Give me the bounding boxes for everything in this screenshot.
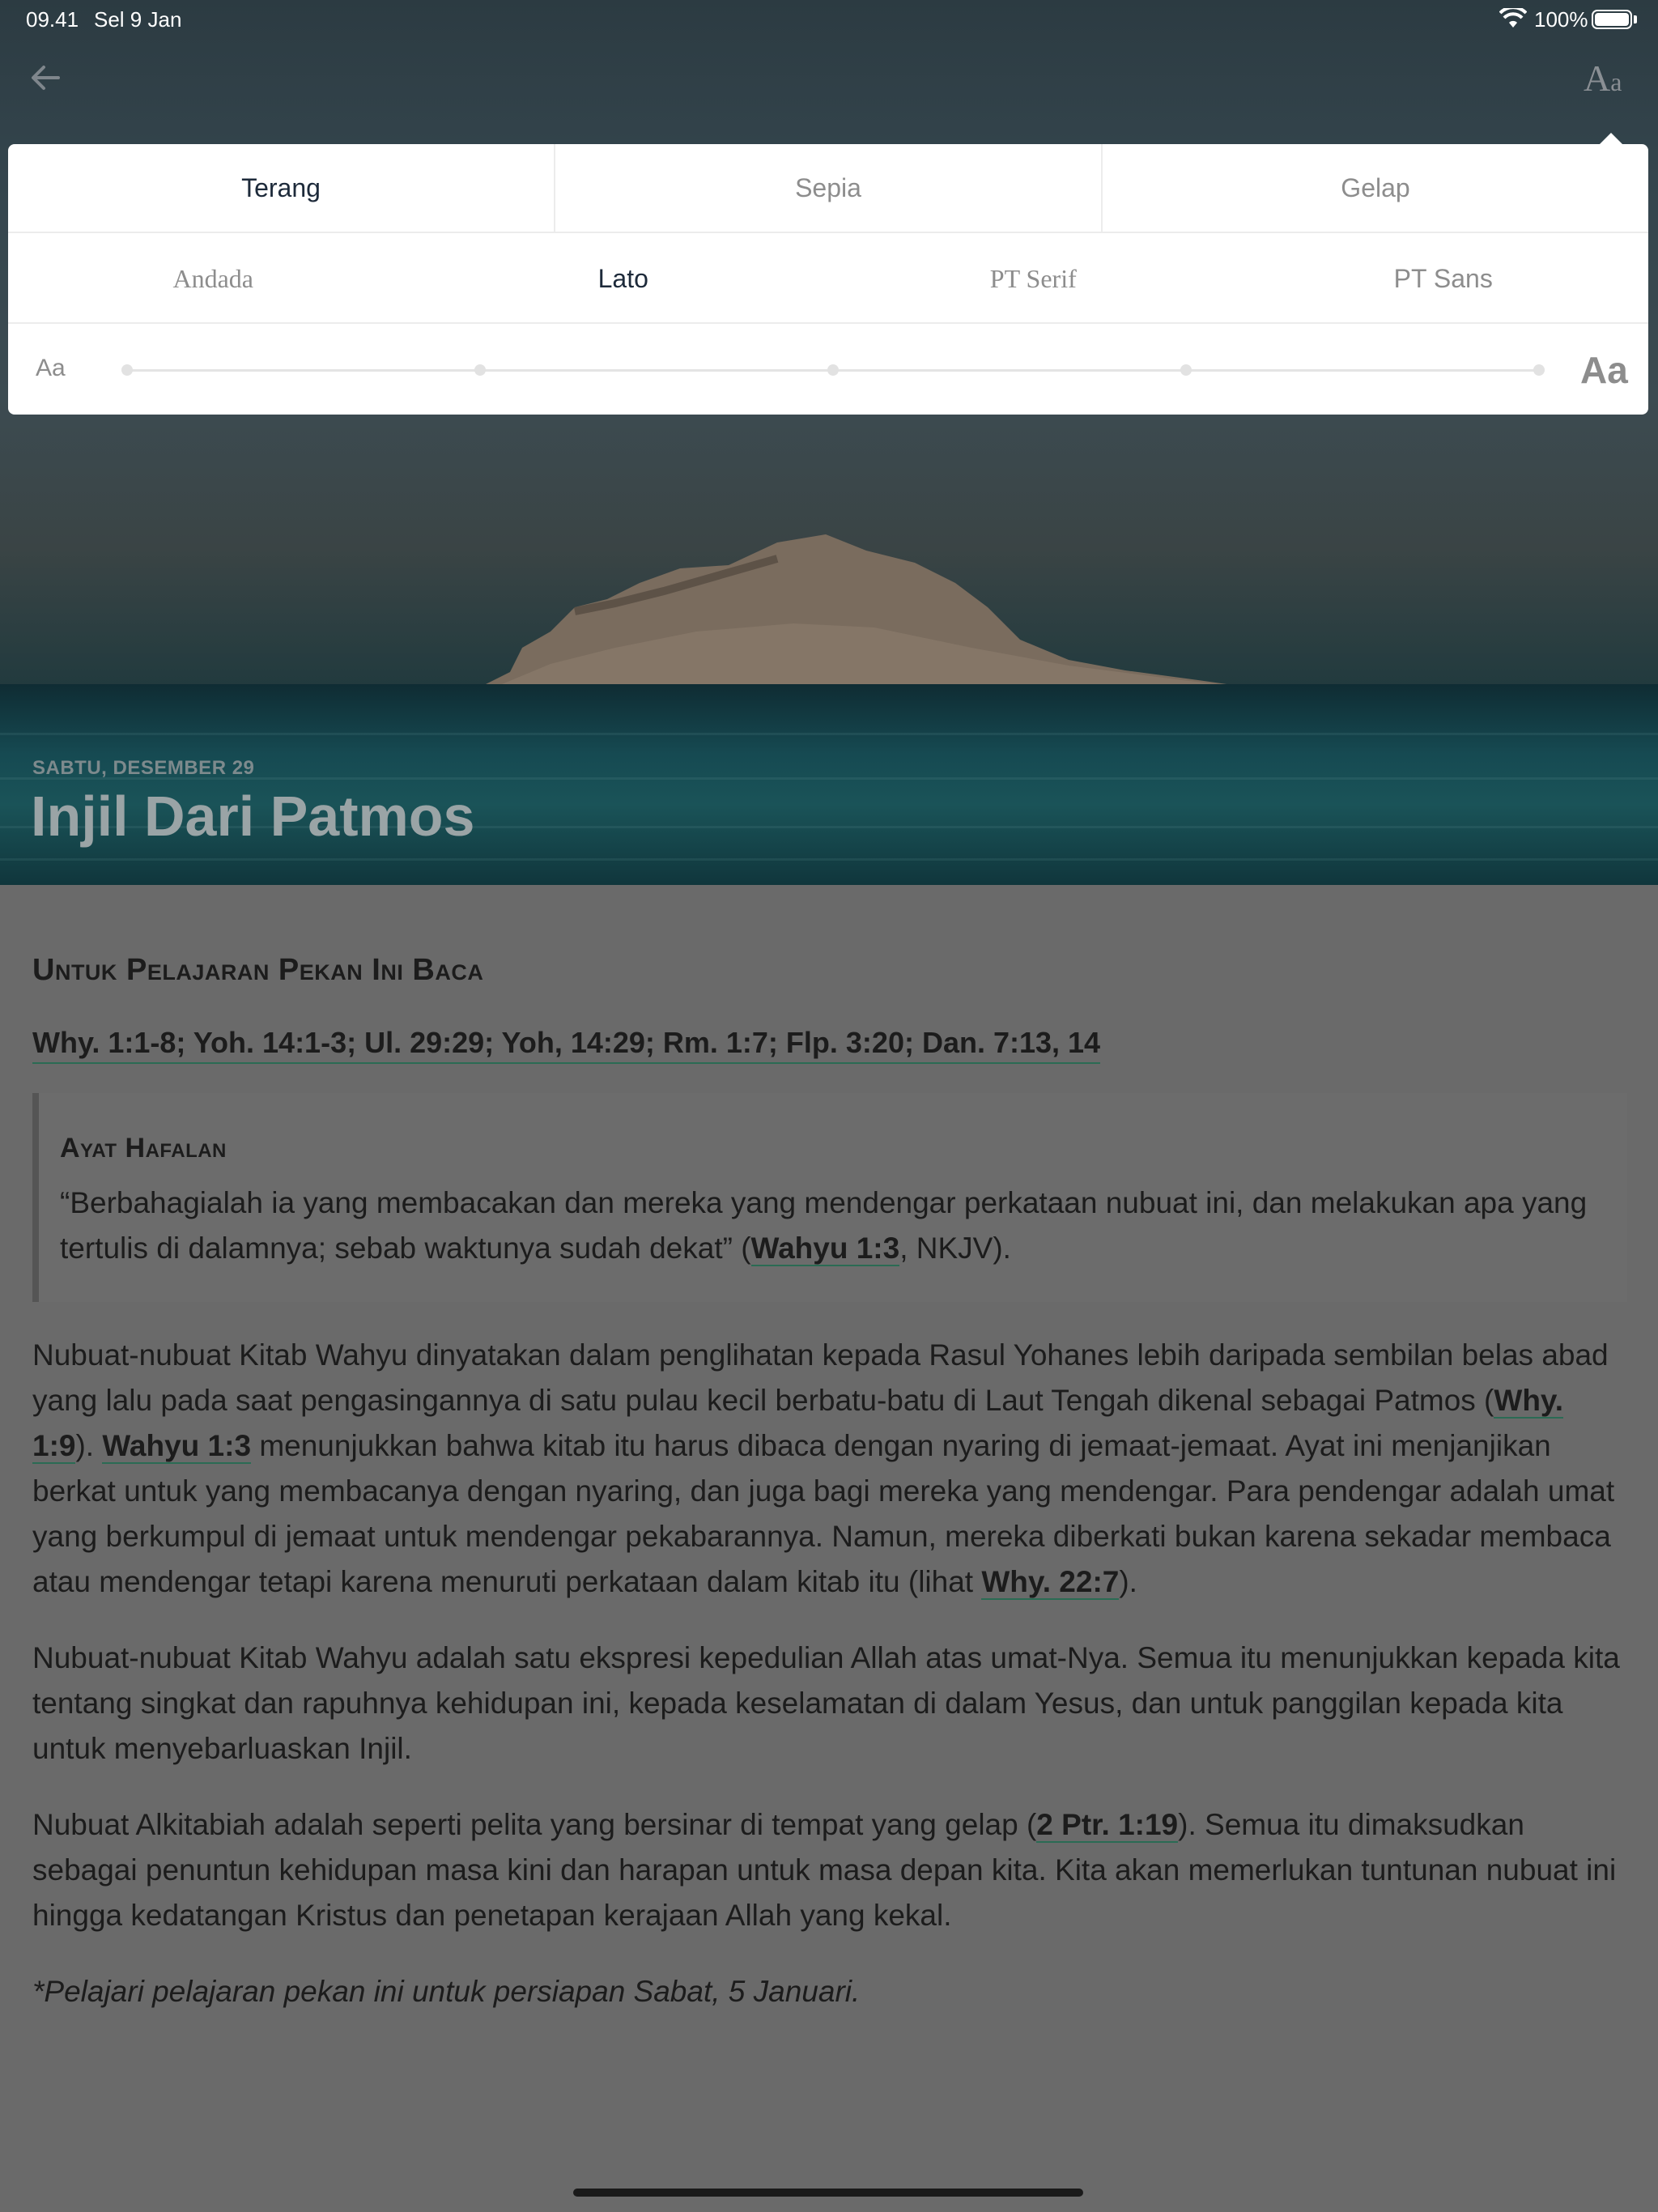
font-size-step[interactable]	[474, 364, 486, 376]
memory-verse-title: Ayat Hafalan	[60, 1133, 227, 1163]
font-size-step[interactable]	[121, 364, 133, 376]
status-date: Sel 9 Jan	[94, 7, 182, 32]
memory-verse-block: Ayat Hafalan “Berbahagialah ia yang memb…	[32, 1093, 1627, 1302]
bible-link[interactable]: 2 Ptr. 1:19	[1036, 1808, 1179, 1843]
status-time: 09.41	[26, 7, 79, 32]
font-option-pt-serif[interactable]: PT Serif	[828, 235, 1239, 322]
bible-link[interactable]: Wahyu 1:3	[750, 1231, 900, 1266]
font-option-lato[interactable]: Lato	[419, 235, 829, 322]
study-note: *Pelajari pelajaran pekan ini untuk pers…	[32, 1975, 861, 2008]
lesson-cover-image	[0, 0, 1658, 885]
status-bar: 09.41 Sel 9 Jan 100%	[0, 0, 1658, 37]
reading-references-link[interactable]: Why. 1:1-8; Yoh. 14:1-3; Ul. 29:29; Yoh,…	[32, 1023, 1101, 1064]
memory-verse-text: “Berbahagialah ia yang membacakan dan me…	[60, 1186, 1588, 1266]
bible-link[interactable]: Why. 22:7	[981, 1565, 1120, 1600]
island-illustration	[453, 534, 1263, 689]
theme-option-gelap[interactable]: Gelap	[1103, 144, 1648, 232]
paragraph: Nubuat Alkitabiah adalah seperti pelita …	[32, 1808, 1617, 1932]
theme-option-sepia[interactable]: Sepia	[555, 144, 1103, 232]
theme-option-terang[interactable]: Terang	[8, 144, 555, 232]
font-size-step[interactable]	[827, 364, 839, 376]
font-size-small-label: Aa	[36, 355, 66, 381]
battery-percentage: 100%	[1534, 7, 1588, 32]
font-settings-button[interactable]: Aa	[1584, 57, 1622, 100]
popover-arrow	[1600, 133, 1622, 144]
reading-heading: Untuk Pelajaran Pekan Ini Baca	[32, 953, 484, 987]
home-indicator[interactable]	[573, 2189, 1083, 2197]
theme-selector: Terang Sepia Gelap	[8, 144, 1648, 233]
font-selector: Andada Lato PT Serif PT Sans	[8, 235, 1648, 324]
font-option-andada[interactable]: Andada	[8, 235, 419, 322]
lesson-day-label: SABTU, DESEMBER 29	[32, 757, 255, 779]
paragraph: Nubuat-nubuat Kitab Wahyu dinyatakan dal…	[32, 1338, 1615, 1600]
font-size-big-label: Aa	[1580, 349, 1628, 391]
back-arrow-icon[interactable]	[29, 62, 62, 94]
wifi-icon	[1499, 8, 1527, 28]
lesson-content: Untuk Pelajaran Pekan Ini Baca Why. 1:1-…	[32, 947, 1627, 2014]
bible-link[interactable]: Wahyu 1:3	[102, 1429, 252, 1464]
reader-settings-popover: Terang Sepia Gelap Andada Lato PT Serif …	[8, 133, 1648, 415]
lesson-title: Injil Dari Patmos	[31, 785, 475, 848]
font-size-step[interactable]	[1533, 364, 1545, 376]
font-size-control: Aa Aa	[8, 325, 1648, 415]
paragraph: Nubuat-nubuat Kitab Wahyu adalah satu ek…	[32, 1641, 1620, 1765]
font-option-pt-sans[interactable]: PT Sans	[1239, 235, 1649, 322]
font-size-step[interactable]	[1180, 364, 1192, 376]
battery-icon	[1592, 10, 1632, 29]
